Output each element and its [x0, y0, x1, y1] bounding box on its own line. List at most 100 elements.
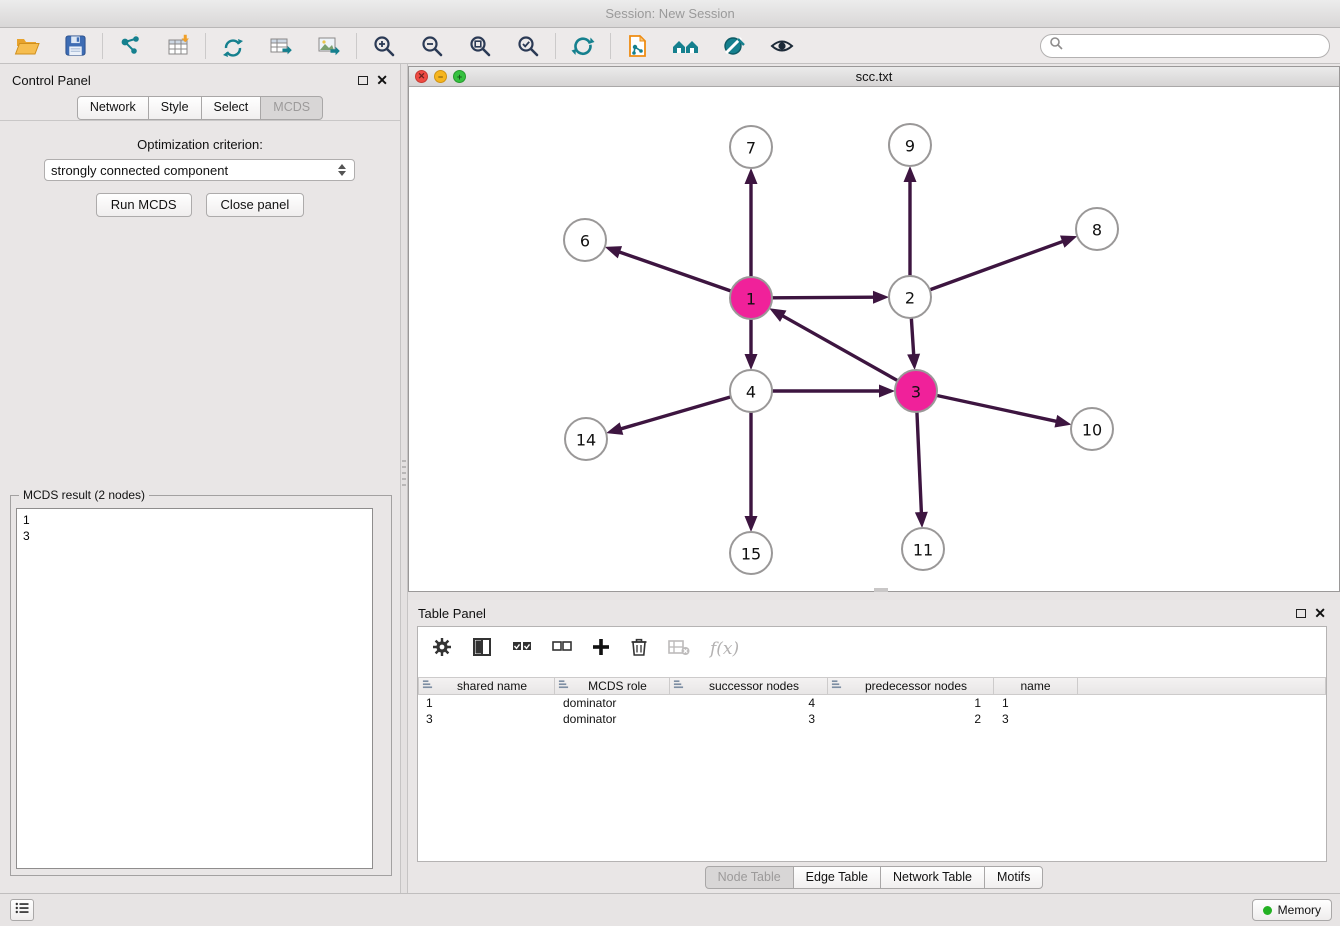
cell-shared-name[interactable]: 1 [418, 695, 555, 711]
graph-edge-1-2[interactable] [773, 297, 874, 298]
graph-edge-4-14[interactable] [621, 397, 730, 429]
zoom-in-icon [372, 34, 396, 58]
sort-icon [422, 679, 433, 693]
zoom-fit-button[interactable] [463, 31, 497, 61]
tab-motifs[interactable]: Motifs [984, 866, 1043, 889]
table-panel: Table Panel [408, 600, 1340, 893]
graph-edge-1-6[interactable] [619, 252, 730, 291]
search-input[interactable] [1063, 39, 1321, 53]
graph-edge-2-3[interactable] [911, 319, 913, 355]
workspace: scc.txt 7968124314101511 [408, 64, 1340, 893]
column-header-predecessor-nodes[interactable]: predecessor nodes [828, 677, 994, 695]
network-from-clipboard-button[interactable] [621, 31, 655, 61]
maximize-window-icon[interactable] [453, 70, 466, 83]
close-panel-button[interactable]: Close panel [206, 193, 305, 217]
minimize-window-icon[interactable] [434, 70, 447, 83]
close-panel-icon[interactable] [376, 73, 388, 87]
column-header-mcds-role[interactable]: MCDS role [555, 677, 670, 695]
task-history-button[interactable] [10, 899, 34, 921]
node-table-container: f(x) shared name MCDS role [417, 626, 1327, 862]
apply-style-icon [721, 34, 747, 58]
delete-table-button[interactable] [668, 638, 690, 661]
cell-successor-nodes[interactable]: 3 [670, 711, 828, 727]
criterion-select[interactable]: strongly connected component [44, 159, 355, 181]
graph-edge-3-10[interactable] [938, 396, 1057, 422]
cell-predecessor-nodes[interactable]: 1 [828, 695, 994, 711]
horizontal-splitter[interactable] [408, 592, 1340, 600]
table-row[interactable]: 1 dominator 4 1 1 [418, 695, 1326, 711]
open-file-button[interactable] [10, 31, 44, 61]
new-network-button[interactable] [216, 31, 250, 61]
zoom-in-button[interactable] [367, 31, 401, 61]
delete-column-button[interactable] [630, 637, 648, 662]
cell-name[interactable]: 3 [994, 711, 1078, 727]
apply-layout-button[interactable] [566, 31, 600, 61]
graph-edge-2-8[interactable] [931, 241, 1063, 289]
tab-select[interactable]: Select [201, 96, 262, 120]
vertical-splitter[interactable] [400, 64, 408, 893]
export-image-button[interactable] [312, 31, 346, 61]
cell-shared-name[interactable]: 3 [418, 711, 555, 727]
mcds-result-item[interactable]: 1 [23, 512, 372, 528]
import-network-button[interactable] [113, 31, 147, 61]
function-builder-button[interactable]: f(x) [710, 639, 739, 659]
plus-icon [592, 638, 610, 661]
column-header-successor-nodes[interactable]: successor nodes [670, 677, 828, 695]
close-panel-icon[interactable] [1314, 606, 1326, 620]
mcds-result-item[interactable]: 3 [23, 528, 372, 544]
graph-edge-3-11[interactable] [917, 413, 921, 513]
add-column-button[interactable] [592, 638, 610, 661]
memory-button[interactable]: Memory [1252, 899, 1332, 921]
mcds-result-list[interactable]: 1 3 [16, 508, 373, 869]
export-network-button[interactable] [264, 31, 298, 61]
network-window-titlebar[interactable]: scc.txt [409, 67, 1339, 87]
apply-style-button[interactable] [717, 31, 751, 61]
show-hide-button[interactable] [765, 31, 799, 61]
show-columns-button[interactable] [472, 637, 492, 662]
main-toolbar [0, 28, 1340, 64]
apply-layout-icon [570, 34, 596, 58]
deselect-all-button[interactable] [552, 640, 572, 659]
column-header-shared-name[interactable]: shared name [418, 677, 555, 695]
select-all-button[interactable] [512, 640, 532, 659]
table-settings-button[interactable] [432, 637, 452, 662]
tab-network-table[interactable]: Network Table [880, 866, 985, 889]
network-graph[interactable]: 7968124314101511 [409, 87, 1339, 591]
close-window-icon[interactable] [415, 70, 428, 83]
table-panel-header: Table Panel [408, 600, 1340, 626]
export-network-icon [268, 34, 294, 58]
zoom-out-button[interactable] [415, 31, 449, 61]
splitter-grip-icon [402, 460, 406, 486]
cell-predecessor-nodes[interactable]: 2 [828, 711, 994, 727]
table-header-row: shared name MCDS role successor nodes [418, 677, 1326, 695]
cell-mcds-role[interactable]: dominator [555, 695, 670, 711]
network-canvas[interactable]: 7968124314101511 [409, 87, 1339, 591]
table-row[interactable]: 3 dominator 3 2 3 [418, 711, 1326, 727]
cell-name[interactable]: 1 [994, 695, 1078, 711]
window-titlebar[interactable]: Session: New Session [0, 0, 1340, 28]
import-table-button[interactable] [161, 31, 195, 61]
save-session-button[interactable] [58, 31, 92, 61]
network-window-title: scc.txt [409, 69, 1339, 84]
run-mcds-button[interactable]: Run MCDS [96, 193, 192, 217]
graph-edge-3-1[interactable] [782, 316, 896, 381]
float-panel-icon[interactable] [358, 76, 368, 85]
float-panel-icon[interactable] [1296, 609, 1306, 618]
home-button[interactable] [669, 31, 703, 61]
toolbar-separator [610, 33, 611, 59]
cell-successor-nodes[interactable]: 4 [670, 695, 828, 711]
zoom-selected-button[interactable] [511, 31, 545, 61]
tab-edge-table[interactable]: Edge Table [793, 866, 881, 889]
tab-style[interactable]: Style [148, 96, 202, 120]
save-session-icon [64, 34, 87, 57]
column-header-name[interactable]: name [994, 677, 1078, 695]
tab-network[interactable]: Network [77, 96, 149, 120]
memory-label: Memory [1278, 903, 1321, 917]
cell-mcds-role[interactable]: dominator [555, 711, 670, 727]
zoom-out-icon [420, 34, 444, 58]
tab-node-table[interactable]: Node Table [705, 866, 794, 889]
network-window: scc.txt 7968124314101511 [408, 66, 1340, 592]
window-title: Session: New Session [605, 6, 734, 21]
optimization-criterion-label: Optimization criterion: [0, 137, 400, 152]
tab-mcds[interactable]: MCDS [260, 96, 323, 120]
